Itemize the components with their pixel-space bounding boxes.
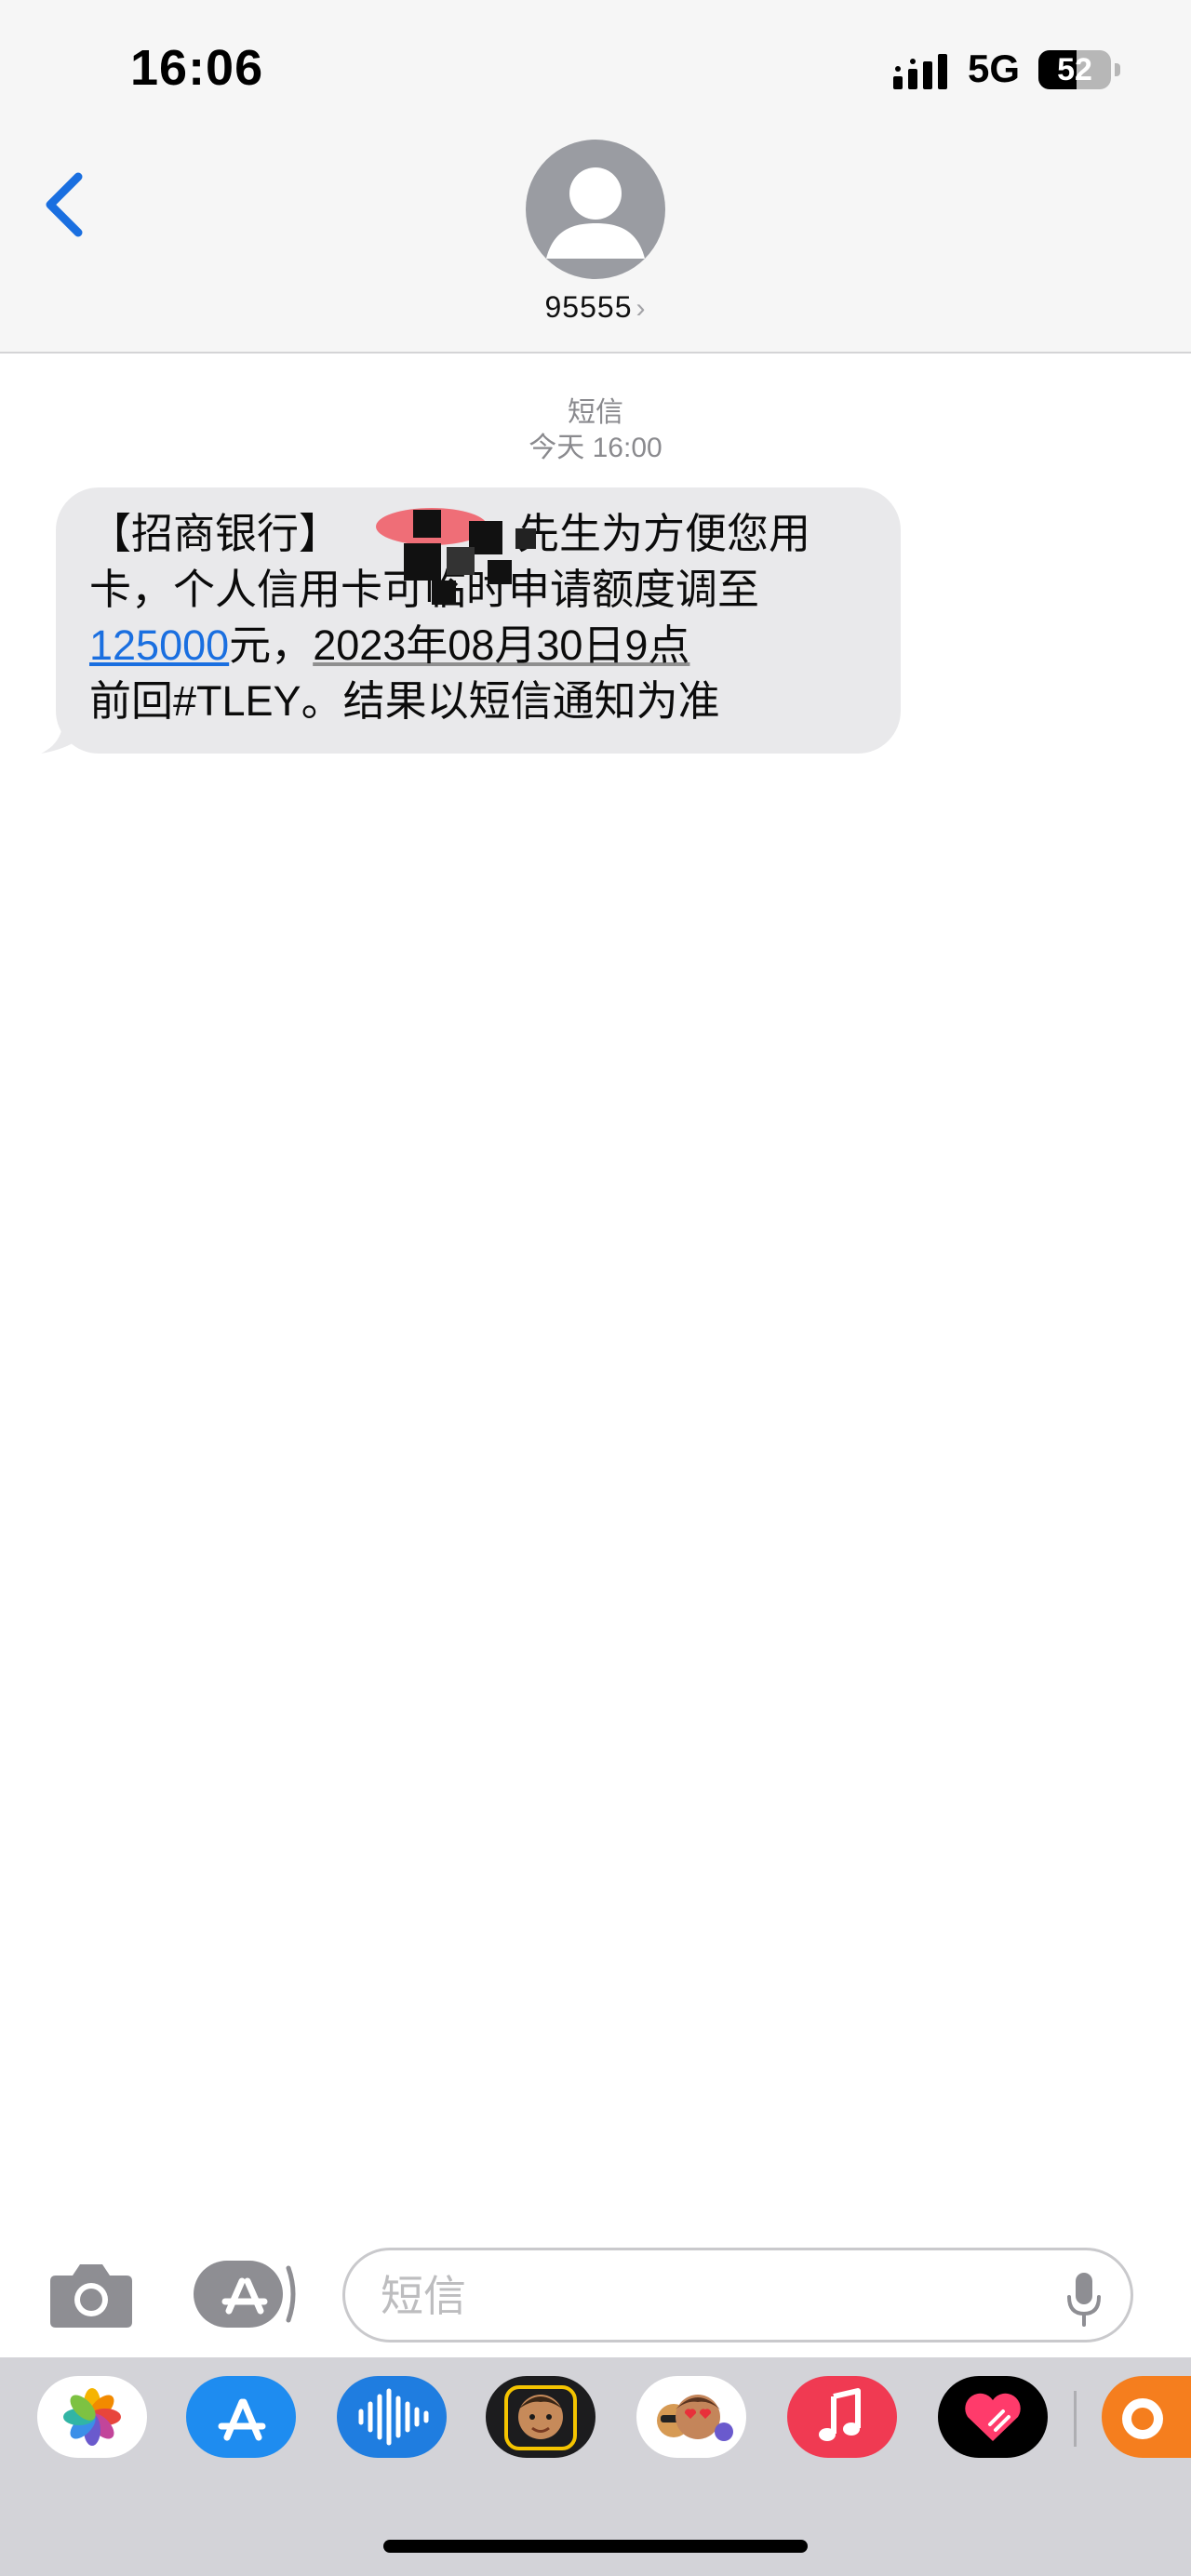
- conversation-header: 16:06 5G 52 95555 ›: [0, 0, 1191, 354]
- message-text: 【招商银行】: [89, 510, 341, 557]
- contact-name: 95555: [544, 290, 633, 324]
- memoji-icon[interactable]: [486, 2376, 596, 2458]
- message-input[interactable]: [379, 2267, 1034, 2325]
- other-app-icon[interactable]: [1102, 2376, 1191, 2458]
- app-store-icon[interactable]: [194, 2261, 298, 2328]
- music-icon[interactable]: [787, 2376, 897, 2458]
- battery-icon: 52: [1038, 47, 1122, 93]
- microphone-icon[interactable]: [1065, 2271, 1103, 2327]
- audio-message-icon[interactable]: [337, 2376, 447, 2458]
- signal-icon: [893, 54, 947, 89]
- redaction-mark: [376, 508, 536, 605]
- person-icon: [546, 167, 645, 259]
- status-time: 16:06: [130, 40, 264, 96]
- digital-touch-icon[interactable]: [938, 2376, 1048, 2458]
- message-line-4: 前回#TLEY。结果以短信通知为准: [89, 677, 720, 725]
- chevron-right-icon: ›: [636, 293, 647, 324]
- tray-divider: [1074, 2391, 1077, 2447]
- back-button[interactable]: [37, 167, 93, 242]
- contact-name-button[interactable]: 95555 ›: [0, 290, 1191, 325]
- battery-percent: 52: [1057, 52, 1092, 87]
- contact-avatar[interactable]: [526, 140, 665, 279]
- message-text: 元，: [229, 621, 314, 669]
- home-indicator[interactable]: [383, 2540, 808, 2553]
- network-type: 5G: [968, 47, 1021, 90]
- amount-link[interactable]: 125000: [89, 621, 229, 669]
- photos-icon[interactable]: [37, 2376, 147, 2458]
- date-link[interactable]: 2023年08月30日9点: [313, 621, 689, 669]
- message-line-3: 125000元，2023年08月30日9点: [89, 618, 867, 674]
- message-timestamp: 今天 16:00: [529, 433, 662, 463]
- camera-icon[interactable]: [48, 2259, 134, 2329]
- message-input-field[interactable]: [342, 2248, 1133, 2342]
- memoji-stickers-icon[interactable]: [636, 2376, 746, 2458]
- message-text: 先生为方便您用: [517, 510, 811, 557]
- app-store-icon[interactable]: [186, 2376, 296, 2458]
